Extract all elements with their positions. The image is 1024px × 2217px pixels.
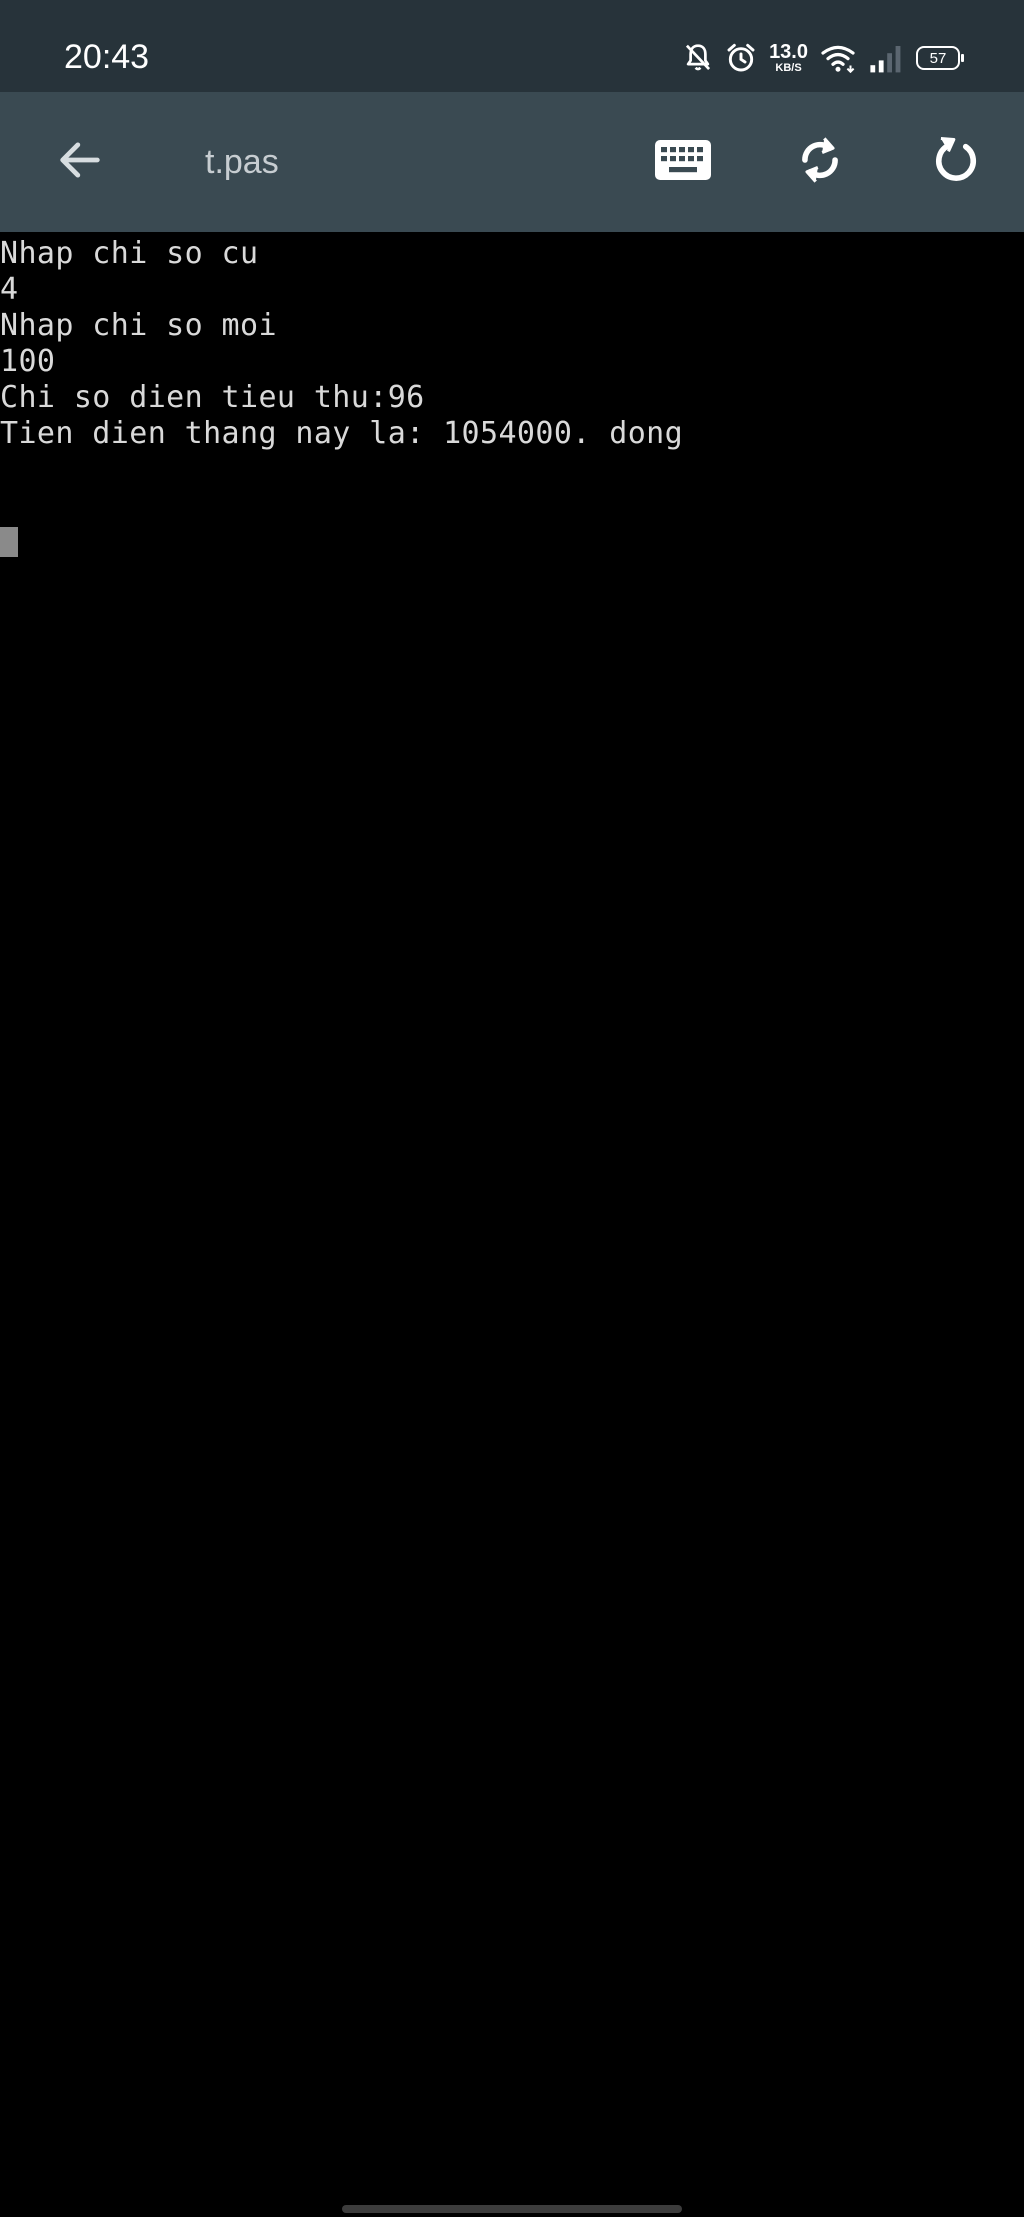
terminal-line: 100: [0, 344, 56, 379]
sync-button[interactable]: [780, 122, 860, 202]
signal-icon: [868, 43, 904, 73]
network-speed: 13.0 KB/S: [769, 42, 808, 74]
terminal-lines: Nhap chi so cu 4 Nhap chi so moi 100 Chi…: [0, 232, 1024, 557]
bell-off-icon: [683, 42, 713, 74]
back-button[interactable]: [40, 122, 120, 202]
battery-level: 57: [929, 49, 947, 67]
file-title: t.pas: [205, 143, 279, 181]
back-arrow-icon: [54, 134, 106, 190]
app-toolbar: t.pas: [0, 92, 1024, 232]
status-icons: 13.0 KB/S 57: [683, 40, 964, 76]
refresh-icon: [929, 132, 983, 192]
wifi-icon: [820, 43, 856, 73]
refresh-button[interactable]: [916, 122, 996, 202]
status-time: 20:43: [64, 38, 150, 76]
keyboard-button[interactable]: [643, 122, 723, 202]
network-speed-value: 13.0: [769, 41, 808, 63]
battery-icon: 57: [916, 46, 964, 70]
home-indicator[interactable]: [342, 2205, 682, 2213]
keyboard-icon: [653, 138, 713, 186]
terminal-cursor-line: [0, 452, 1024, 557]
terminal-line: Nhap chi so cu: [0, 236, 259, 271]
terminal-output[interactable]: Nhap chi so cu 4 Nhap chi so moi 100 Chi…: [0, 232, 1024, 2192]
terminal-cursor: [0, 527, 18, 557]
terminal-line: Chi so dien tieu thu:96: [0, 380, 425, 415]
terminal-line: 4: [0, 272, 19, 307]
sync-icon: [794, 132, 846, 192]
status-bar: 20:43 13.0 KB/S 57: [0, 0, 1024, 92]
terminal-line: Tien dien thang nay la: 1054000. dong: [0, 416, 684, 451]
alarm-icon: [725, 42, 757, 74]
network-speed-unit: KB/S: [775, 62, 802, 74]
terminal-line: Nhap chi so moi: [0, 308, 277, 343]
